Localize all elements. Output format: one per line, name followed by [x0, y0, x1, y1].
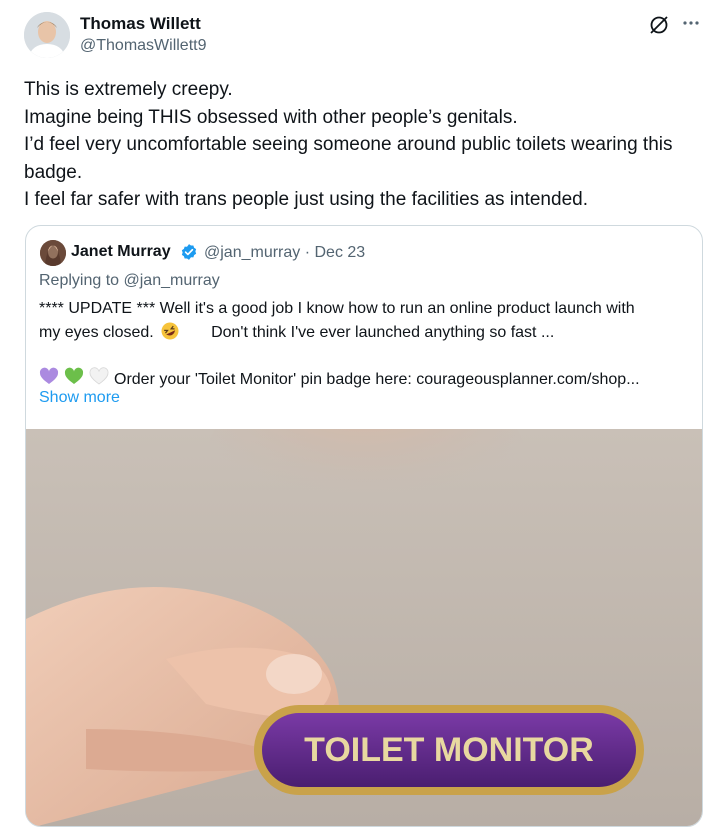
quote-author-name[interactable]: Janet Murray — [71, 243, 171, 261]
quoted-tweet[interactable]: Janet Murray @jan_murray · Dec 23 Replyi… — [25, 225, 703, 827]
quote-avatar[interactable] — [40, 240, 66, 266]
author-name[interactable]: Thomas Willett — [80, 14, 201, 34]
replying-to: Replying to @jan_murray — [39, 272, 220, 289]
tweet-line: Imagine being THIS obsessed with other p… — [24, 106, 518, 128]
author-avatar[interactable] — [24, 12, 70, 58]
quote-image[interactable]: TOILET MONITOR — [26, 369, 702, 826]
tweet-line: badge. — [24, 161, 83, 183]
white-heart-emoji — [89, 366, 109, 387]
rolling-on-floor-laughing-emoji — [160, 321, 180, 341]
verified-badge-icon — [180, 243, 198, 261]
quote-line: Order your 'Toilet Monitor' pin badge he… — [39, 366, 699, 392]
purple-heart-emoji — [39, 367, 59, 387]
tweet-line: This is extremely creepy. — [24, 79, 233, 100]
quote-line: my eyes closed. Don't think I've ever la… — [39, 321, 699, 345]
show-more-link[interactable]: Show more — [39, 389, 120, 407]
tweet-line: I’d feel very uncomfortable seeing someo… — [24, 134, 673, 155]
author-handle[interactable]: @ThomasWillett9 — [80, 37, 207, 55]
tweet-text: This is extremely creepy. Imagine being … — [24, 76, 704, 214]
grok-icon[interactable] — [648, 14, 670, 36]
green-heart-emoji — [64, 367, 84, 387]
more-icon[interactable] — [680, 12, 702, 34]
tweet-line: I feel far safer with trans people just … — [24, 189, 588, 210]
badge-text: TOILET MONITOR — [304, 731, 594, 769]
quote-line: **** UPDATE *** Well it's a good job I k… — [39, 300, 635, 317]
quote-body: **** UPDATE *** Well it's a good job I k… — [39, 298, 699, 391]
quote-handle-date[interactable]: @jan_murray · Dec 23 — [204, 244, 365, 262]
